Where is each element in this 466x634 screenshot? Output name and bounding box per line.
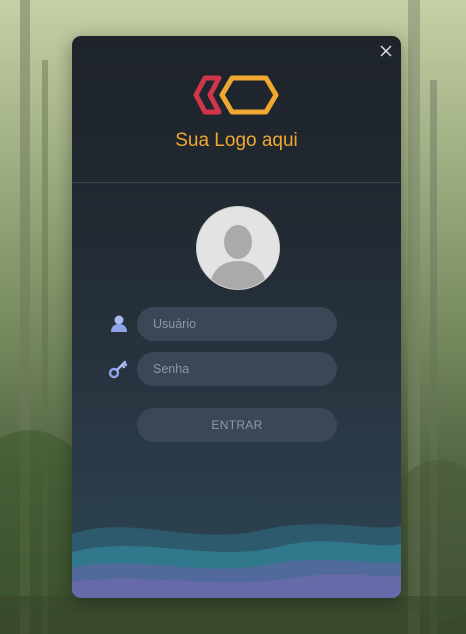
login-dialog: Sua Logo aqui ENTRAR [72,36,401,598]
username-row [108,307,340,341]
header-divider [72,182,401,183]
password-row [108,352,340,386]
user-icon [111,315,127,332]
logo-icon [193,75,279,115]
key-icon [108,360,128,379]
login-button[interactable]: ENTRAR [137,408,337,442]
password-input[interactable] [137,352,337,386]
username-input[interactable] [137,307,337,341]
close-icon[interactable] [379,44,393,58]
logo-text: Sua Logo aqui [175,130,298,151]
user-silhouette-icon [209,225,267,289]
wave-decoration [72,524,401,598]
avatar [196,206,280,290]
